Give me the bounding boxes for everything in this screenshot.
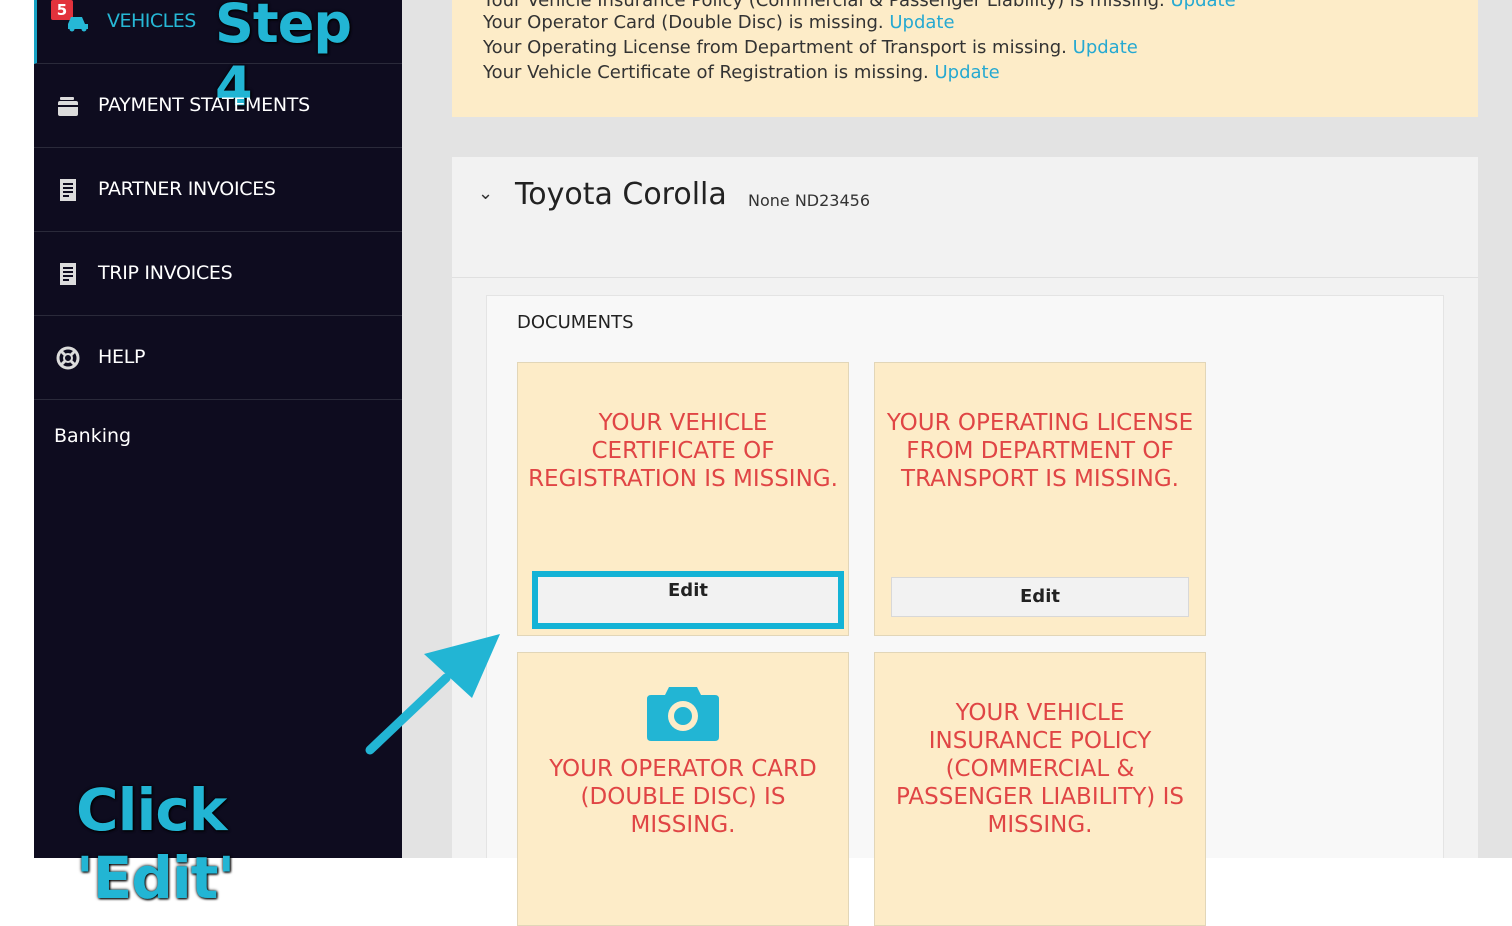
click-edit-overlay-label: Click 'Edit' — [76, 776, 235, 912]
document-icon — [60, 263, 76, 285]
sidebar-item-label: PAYMENT STATEMENTS — [98, 94, 310, 116]
alert-line: Your Operating License from Department o… — [483, 37, 1138, 58]
alert-text: Your Vehicle Certificate of Registration… — [483, 62, 929, 83]
document-icon — [60, 179, 76, 201]
document-missing-message: YOUR VEHICLE CERTIFICATE OF REGISTRATION… — [528, 410, 838, 492]
sidebar-item-label: TRIP INVOICES — [98, 262, 233, 284]
vehicle-title[interactable]: Toyota Corolla — [515, 177, 727, 212]
documents-heading: DOCUMENTS — [517, 312, 634, 333]
vehicle-panel: ⌄ Toyota Corolla None ND23456 DOCUMENTS … — [452, 157, 1478, 926]
sidebar-item-partner-invoices[interactable]: PARTNER INVOICES — [34, 148, 402, 232]
divider — [452, 277, 1478, 278]
sidebar-item-vehicles[interactable]: 5 VEHICLES Step 4 — [34, 0, 402, 118]
document-card-operating-license: YOUR OPERATING LICENSE FROM DEPARTMENT O… — [874, 362, 1206, 636]
sidebar-item-help[interactable]: HELP — [34, 316, 402, 400]
sidebar: 5 VEHICLES Step 4 PAYMENT STATEMENTS PAR… — [34, 0, 402, 912]
alert-line: Your Vehicle Certificate of Registration… — [483, 62, 1000, 83]
car-icon — [68, 17, 88, 32]
sidebar-item-banking[interactable]: Banking — [54, 425, 131, 447]
sidebar-item-label: HELP — [98, 346, 146, 368]
document-card-operator-card: YOUR OPERATOR CARD (DOUBLE DISC) IS MISS… — [517, 652, 849, 926]
sidebar-item-payment-statements[interactable]: PAYMENT STATEMENTS — [34, 64, 402, 148]
document-missing-message: YOUR VEHICLE INSURANCE POLICY (COMMERCIA… — [896, 700, 1184, 838]
documents-card: DOCUMENTS YOUR VEHICLE CERTIFICATE OF RE… — [486, 295, 1444, 926]
document-missing-message: YOUR OPERATOR CARD (DOUBLE DISC) IS MISS… — [549, 756, 817, 838]
vehicle-plate: None ND23456 — [748, 191, 871, 210]
alert-text: Your Operating License from Department o… — [483, 37, 1067, 58]
camera-icon[interactable] — [647, 683, 719, 741]
document-card-insurance-policy: YOUR VEHICLE INSURANCE POLICY (COMMERCIA… — [874, 652, 1206, 926]
chevron-down-icon[interactable]: ⌄ — [478, 183, 493, 204]
edit-button[interactable]: Edit — [532, 571, 844, 629]
lifebuoy-icon — [56, 346, 80, 370]
document-missing-message: YOUR OPERATING LICENSE FROM DEPARTMENT O… — [886, 410, 1194, 492]
pointer-arrow-icon — [365, 634, 500, 755]
update-link[interactable]: Update — [1073, 37, 1138, 58]
update-link[interactable]: Update — [889, 12, 954, 33]
document-card-registration: YOUR VEHICLE CERTIFICATE OF REGISTRATION… — [517, 362, 849, 636]
sidebar-item-label: PARTNER INVOICES — [98, 178, 276, 200]
main-content: Your Vehicle Insurance Policy (Commercia… — [402, 0, 1512, 926]
edit-button[interactable]: Edit — [891, 577, 1189, 617]
alert-text: Your Operator Card (Double Disc) is miss… — [483, 12, 884, 33]
alert-text: Your Vehicle Insurance Policy (Commercia… — [483, 0, 1165, 11]
sidebar-item-trip-invoices[interactable]: TRIP INVOICES — [34, 232, 402, 316]
missing-documents-alert: Your Vehicle Insurance Policy (Commercia… — [452, 0, 1478, 117]
left-margin — [0, 0, 34, 862]
alert-line: Your Vehicle Insurance Policy (Commercia… — [483, 0, 1236, 11]
alert-line: Your Operator Card (Double Disc) is miss… — [483, 12, 955, 33]
wallet-icon — [58, 97, 78, 116]
update-link[interactable]: Update — [934, 62, 999, 83]
sidebar-item-label: VEHICLES — [107, 10, 196, 32]
update-link[interactable]: Update — [1171, 0, 1236, 11]
